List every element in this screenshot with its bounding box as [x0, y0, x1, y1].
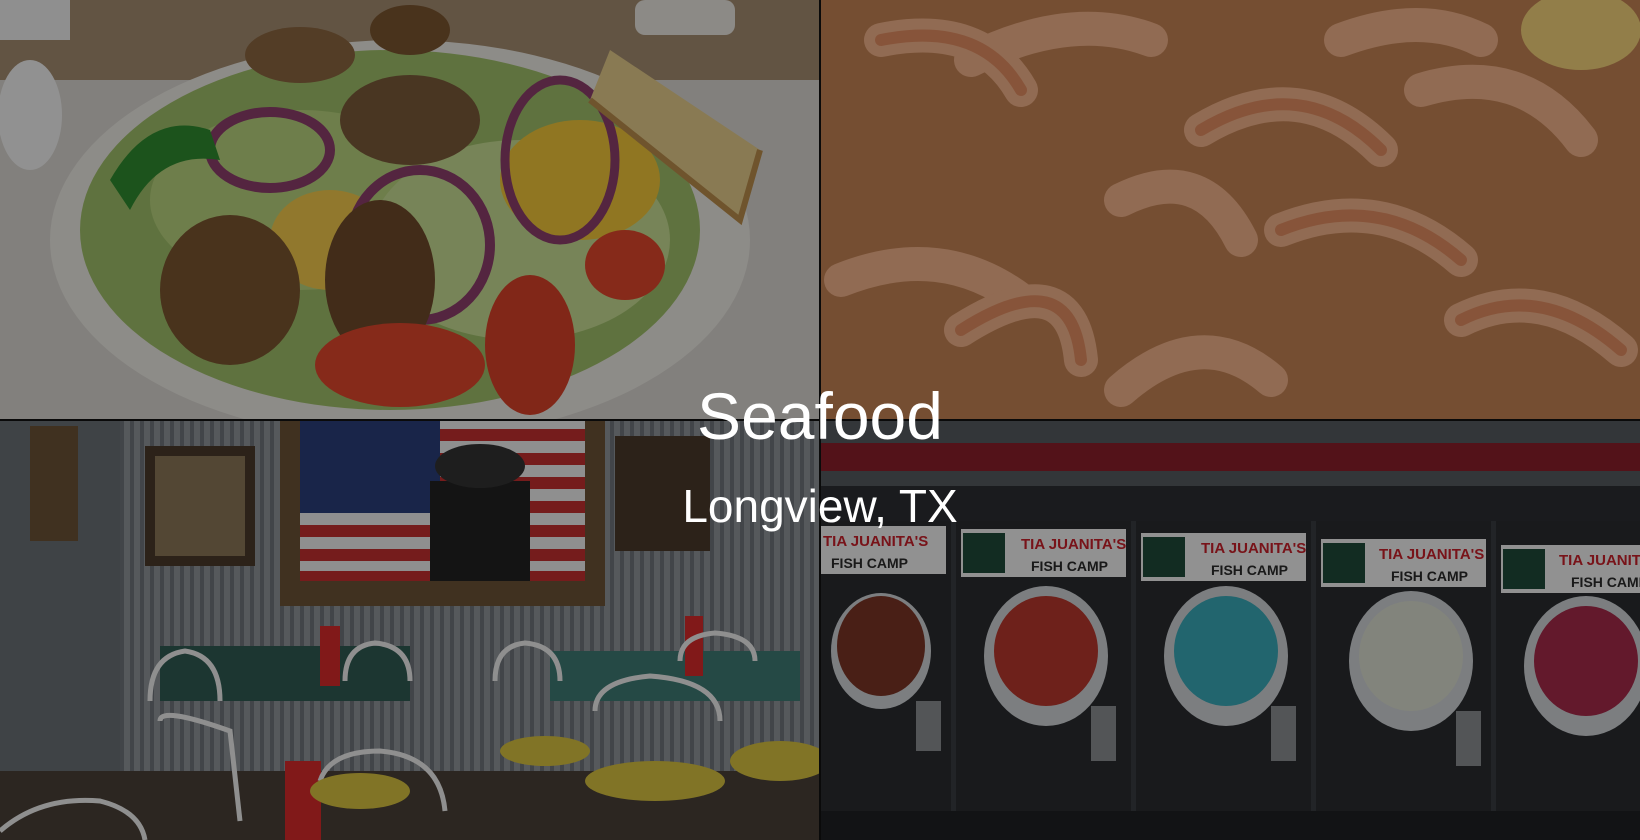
machine-sign-place: FISH CAMP	[1391, 568, 1468, 584]
machine-sign-name: TIA JUANITA'S	[823, 533, 928, 550]
machine-sign-place: FISH CAMP	[831, 555, 908, 571]
machine-sign-place: FISH CAMP	[1211, 562, 1288, 578]
machine-sign-name: TIA JUANITA'S	[1021, 536, 1126, 553]
photo-drink-machines: TIA JUANITA'S TIA JUANITA'S TIA JUANITA'…	[821, 421, 1640, 840]
hero-collage: TIA JUANITA'S TIA JUANITA'S TIA JUANITA'…	[0, 0, 1640, 840]
machine-sign-name: TIA JUANITA'S	[1379, 546, 1484, 563]
machine-sign-name: TIA JUANITA'S	[1559, 552, 1640, 569]
photo-shrimp-salad	[0, 0, 819, 419]
machine-sign-name: TIA JUANITA'S	[1201, 540, 1306, 557]
machine-sign-place: FISH CAMP	[1571, 574, 1640, 590]
photo-boiled-shrimp	[821, 0, 1640, 419]
photo-dining-room	[0, 421, 819, 840]
machine-sign-place: FISH CAMP	[1031, 558, 1108, 574]
